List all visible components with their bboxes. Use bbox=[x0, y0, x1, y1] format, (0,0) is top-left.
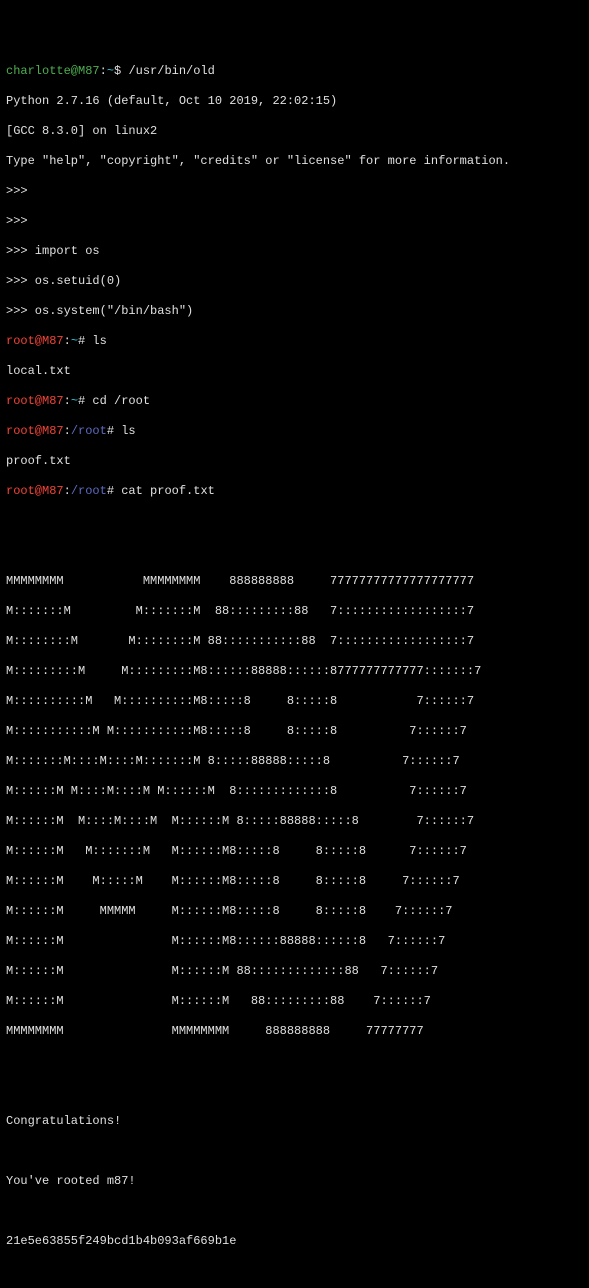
ls-output: proof.txt bbox=[6, 454, 583, 469]
ascii-art-line: M::::::M MMMMM M::::::M8:::::8 8:::::8 7… bbox=[6, 904, 583, 919]
python-version: Python 2.7.16 (default, Oct 10 2019, 22:… bbox=[6, 94, 583, 109]
command[interactable]: /usr/bin/old bbox=[128, 64, 214, 78]
ascii-art-line: M::::::M M:::::M M::::::M8:::::8 8:::::8… bbox=[6, 874, 583, 889]
flag-hash: 21e5e63855f249bcd1b4b093af669b1e bbox=[6, 1234, 583, 1249]
ascii-art-line: M::::::::M M::::::::M 88:::::::::::88 7:… bbox=[6, 634, 583, 649]
user-host: charlotte@M87 bbox=[6, 64, 100, 78]
ascii-art-line: M::::::M M::::M::::M M::::::M 8:::::::::… bbox=[6, 784, 583, 799]
path: /root bbox=[71, 484, 107, 498]
ascii-art-line: M::::::::::M M::::::::::M8:::::8 8:::::8… bbox=[6, 694, 583, 709]
root-prompt-line: root@M87:~# ls bbox=[6, 334, 583, 349]
path: ~ bbox=[71, 334, 78, 348]
python-help: Type "help", "copyright", "credits" or "… bbox=[6, 154, 583, 169]
root-user-host: root@M87 bbox=[6, 394, 64, 408]
ascii-art-line: M:::::::M::::M::::M:::::::M 8:::::88888:… bbox=[6, 754, 583, 769]
root-prompt-line: root@M87:/root# ls bbox=[6, 424, 583, 439]
root-user-host: root@M87 bbox=[6, 484, 64, 498]
ascii-art-line: M::::::M M:::::::M M::::::M8:::::8 8::::… bbox=[6, 844, 583, 859]
command[interactable]: ls bbox=[121, 424, 135, 438]
repl-import[interactable]: >>> import os bbox=[6, 244, 583, 259]
repl-prompt[interactable]: >>> bbox=[6, 184, 583, 199]
ascii-art-line: M:::::::::M M:::::::::M8::::::88888:::::… bbox=[6, 664, 583, 679]
root-prompt-line: root@M87:~# cd /root bbox=[6, 394, 583, 409]
path: /root bbox=[71, 424, 107, 438]
root-prompt-line: root@M87:/root# cat proof.txt bbox=[6, 484, 583, 499]
path: ~ bbox=[71, 394, 78, 408]
prompt-line: charlotte@M87:~$ /usr/bin/old bbox=[6, 64, 583, 79]
congrats-text: Congratulations! bbox=[6, 1114, 583, 1129]
ascii-art-line: M:::::::::::M M:::::::::::M8:::::8 8::::… bbox=[6, 724, 583, 739]
command[interactable]: cat proof.txt bbox=[121, 484, 215, 498]
rooted-text: You've rooted m87! bbox=[6, 1174, 583, 1189]
repl-prompt[interactable]: >>> bbox=[6, 214, 583, 229]
ascii-art-line: MMMMMMMM MMMMMMMM 888888888 777777777777… bbox=[6, 574, 583, 589]
repl-setuid[interactable]: >>> os.setuid(0) bbox=[6, 274, 583, 289]
path: ~ bbox=[107, 64, 114, 78]
ascii-art-line: MMMMMMMM MMMMMMMM 888888888 77777777 bbox=[6, 1024, 583, 1039]
command[interactable]: cd /root bbox=[92, 394, 150, 408]
repl-system[interactable]: >>> os.system("/bin/bash") bbox=[6, 304, 583, 319]
ascii-art-line: M::::::M M::::M::::M M::::::M 8:::::8888… bbox=[6, 814, 583, 829]
root-user-host: root@M87 bbox=[6, 334, 64, 348]
gcc-line: [GCC 8.3.0] on linux2 bbox=[6, 124, 583, 139]
ls-output: local.txt bbox=[6, 364, 583, 379]
root-user-host: root@M87 bbox=[6, 424, 64, 438]
ascii-art-line: M::::::M M::::::M 88:::::::::88 7::::::7 bbox=[6, 994, 583, 1009]
ascii-art-line: M::::::M M::::::M8::::::88888::::::8 7::… bbox=[6, 934, 583, 949]
ascii-art-line: M::::::M M::::::M 88:::::::::::::88 7:::… bbox=[6, 964, 583, 979]
ascii-art-line: M:::::::M M:::::::M 88:::::::::88 7:::::… bbox=[6, 604, 583, 619]
command[interactable]: ls bbox=[92, 334, 106, 348]
